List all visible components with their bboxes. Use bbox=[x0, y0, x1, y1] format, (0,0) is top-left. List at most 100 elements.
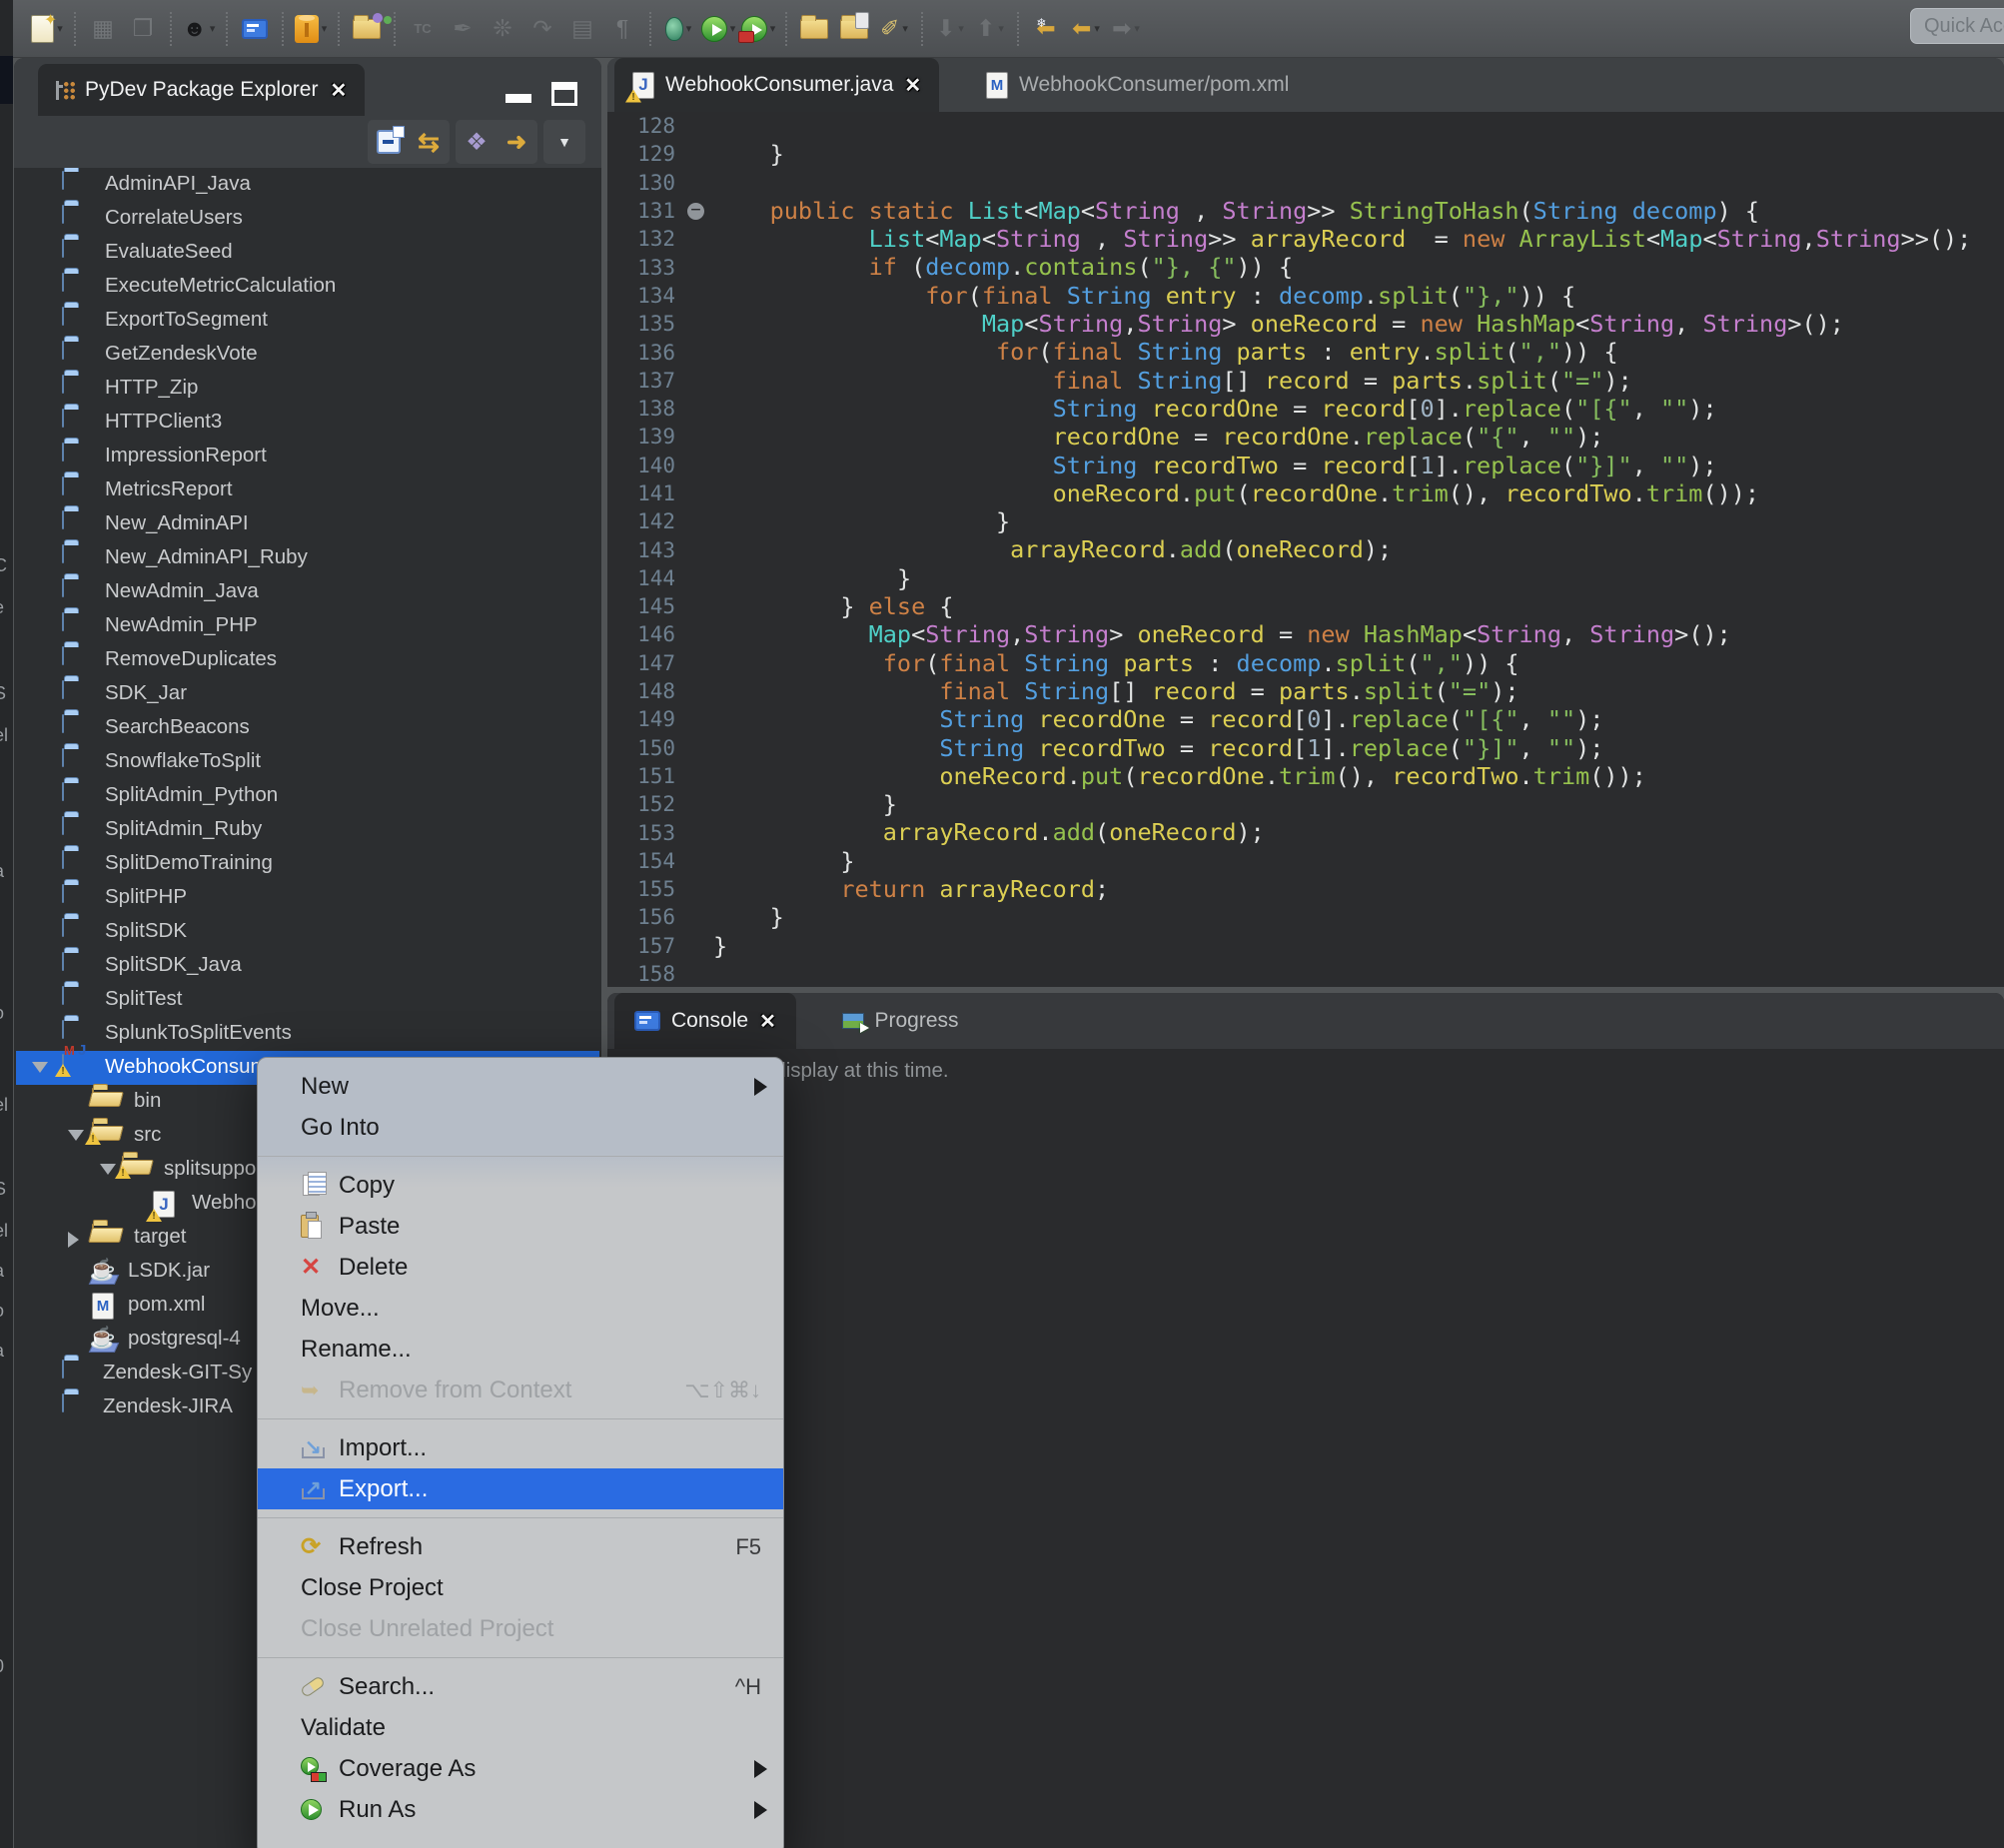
close-icon[interactable]: ✕ bbox=[330, 78, 347, 103]
focus-on-task-button[interactable]: ➜ bbox=[501, 128, 531, 157]
open-folder-button[interactable] bbox=[796, 7, 832, 51]
profile-button[interactable]: ▾ bbox=[740, 7, 776, 51]
doc-list-button[interactable]: ▤ bbox=[564, 7, 600, 51]
tree-item-splittest[interactable]: SplitTest bbox=[14, 983, 601, 1017]
pilcrow-button[interactable]: ¶ bbox=[604, 7, 640, 51]
back-button[interactable]: ⬅▾ bbox=[1068, 7, 1104, 51]
dropdown-caret-icon[interactable]: ▾ bbox=[998, 22, 1004, 35]
menu-item-remove-from-context[interactable]: ➥Remove from Context⌥⇧⌘↓ bbox=[258, 1370, 783, 1410]
tree-item-splitdemotraining[interactable]: SplitDemoTraining bbox=[14, 847, 601, 881]
tree-item-newadmin-java[interactable]: NewAdmin_Java bbox=[14, 575, 601, 609]
tree-item-searchbeacons[interactable]: SearchBeacons bbox=[14, 711, 601, 745]
tree-item-metricsreport[interactable]: MetricsReport bbox=[14, 473, 601, 507]
clipboard-folder-button[interactable] bbox=[836, 7, 872, 51]
menu-item-delete[interactable]: ✕Delete bbox=[258, 1247, 783, 1288]
menu-item-close-unrelated-project[interactable]: Close Unrelated Project bbox=[258, 1608, 783, 1649]
menu-item-refresh[interactable]: ⟳RefreshF5 bbox=[258, 1526, 783, 1567]
menu-item-go-into[interactable]: Go Into bbox=[258, 1107, 783, 1148]
console-view-button[interactable] bbox=[237, 7, 273, 51]
console-tab-progress[interactable]: Progress bbox=[822, 993, 979, 1049]
tree-item-correlateusers[interactable]: CorrelateUsers bbox=[14, 202, 601, 236]
editor-tab-webhookconsumer-java[interactable]: J!WebhookConsumer.java✕ bbox=[614, 58, 939, 112]
tree-item-splitsdk[interactable]: SplitSDK bbox=[14, 915, 601, 949]
run-button[interactable]: ▾ bbox=[700, 7, 736, 51]
pull-up-button[interactable]: ⬆▾ bbox=[972, 7, 1008, 51]
tree-item-adminapi-java[interactable]: AdminAPI_Java bbox=[14, 168, 601, 202]
collapse-all-button[interactable] bbox=[374, 130, 404, 154]
menu-item-validate[interactable]: Validate bbox=[258, 1707, 783, 1748]
tab-pydev-package-explorer[interactable]: PyDev Package Explorer ✕ bbox=[38, 64, 365, 116]
feather-pen-button[interactable]: ✒ bbox=[445, 7, 481, 51]
code-editor[interactable]: 128129 }130131− public static List<Map<S… bbox=[607, 112, 2004, 987]
tree-item-new-adminapi[interactable]: New_AdminAPI bbox=[14, 507, 601, 541]
editor-tab-webhookconsumer-pom-xml[interactable]: MWebhookConsumer/pom.xml bbox=[968, 58, 1307, 112]
menu-item-move[interactable]: Move... bbox=[258, 1288, 783, 1329]
menu-item-new[interactable]: New bbox=[258, 1066, 783, 1107]
menu-item-close-project[interactable]: Close Project bbox=[258, 1567, 783, 1608]
menu-item-copy[interactable]: Copy bbox=[258, 1165, 783, 1206]
minimize-button[interactable] bbox=[505, 94, 531, 103]
view-menu-button[interactable]: ▼ bbox=[549, 134, 579, 150]
tree-item-splitadmin-python[interactable]: SplitAdmin_Python bbox=[14, 779, 601, 813]
doc-forward-button[interactable]: ↷ bbox=[524, 7, 560, 51]
quick-access-box[interactable]: Quick Access bbox=[1910, 8, 2004, 44]
console-tab-console[interactable]: Console✕ bbox=[614, 993, 796, 1049]
tree-item-sdk-jar[interactable]: SDK_Jar bbox=[14, 677, 601, 711]
close-icon[interactable]: ✕ bbox=[904, 73, 921, 98]
collapse-arrow-icon[interactable] bbox=[68, 1130, 84, 1141]
tree-item-new-adminapi-ruby[interactable]: New_AdminAPI_Ruby bbox=[14, 541, 601, 575]
filters-button[interactable]: ❖ bbox=[462, 128, 492, 157]
tree-item-httpclient3[interactable]: HTTPClient3 bbox=[14, 406, 601, 440]
dropdown-caret-icon[interactable]: ▾ bbox=[770, 22, 776, 35]
dropdown-caret-icon[interactable]: ▾ bbox=[322, 22, 328, 35]
save-button[interactable]: ▦ bbox=[85, 7, 121, 51]
maximize-button[interactable] bbox=[551, 82, 577, 106]
bug-pair-button[interactable]: ❊ bbox=[485, 7, 520, 51]
dropdown-caret-icon[interactable]: ▾ bbox=[210, 22, 216, 35]
tree-item-splitphp[interactable]: SplitPHP bbox=[14, 881, 601, 915]
pull-down-button[interactable]: ⬇▾ bbox=[932, 7, 968, 51]
debug-beetle-button[interactable]: ▾ bbox=[660, 7, 696, 51]
tree-item-splitadmin-ruby[interactable]: SplitAdmin_Ruby bbox=[14, 813, 601, 847]
save-all-button[interactable]: ❐ bbox=[125, 7, 161, 51]
dropdown-caret-icon[interactable]: ▾ bbox=[1134, 22, 1140, 35]
tree-item-getzendeskvote[interactable]: GetZendeskVote bbox=[14, 338, 601, 372]
new-wizard-button[interactable]: ▾ bbox=[29, 7, 65, 51]
close-icon[interactable]: ✕ bbox=[759, 1009, 776, 1034]
menu-item-coverage-as[interactable]: Coverage As bbox=[258, 1748, 783, 1789]
menu-item-paste[interactable]: Paste bbox=[258, 1206, 783, 1247]
forward-button[interactable]: ➡▾ bbox=[1108, 7, 1144, 51]
checkstyle-button[interactable]: ▾ bbox=[293, 7, 329, 51]
dropdown-caret-icon[interactable]: ▾ bbox=[902, 22, 908, 35]
tree-item-executemetriccalculation[interactable]: ExecuteMetricCalculation bbox=[14, 270, 601, 304]
tree-item-exporttosegment[interactable]: ExportToSegment bbox=[14, 304, 601, 338]
dropdown-caret-icon[interactable]: ▾ bbox=[1094, 22, 1100, 35]
dropdown-caret-icon[interactable]: ▾ bbox=[730, 22, 736, 35]
menu-item-import[interactable]: ↘Import... bbox=[258, 1427, 783, 1468]
fold-collapse-icon[interactable]: − bbox=[687, 203, 704, 220]
tree-item-splunktosplitevents[interactable]: SplunkToSplitEvents bbox=[14, 1017, 601, 1051]
dropdown-caret-icon[interactable]: ▾ bbox=[958, 22, 964, 35]
link-with-editor-button[interactable]: ⇆ bbox=[414, 127, 444, 158]
tree-item-evaluateseed[interactable]: EvaluateSeed bbox=[14, 236, 601, 270]
user-profile-button[interactable]: ☻▾ bbox=[181, 7, 217, 51]
open-resource-folder-button[interactable] bbox=[349, 7, 385, 51]
tree-item-splitsdk-java[interactable]: SplitSDK_Java bbox=[14, 949, 601, 983]
menu-item-run-as[interactable]: Run As bbox=[258, 1789, 783, 1830]
dropdown-caret-icon[interactable]: ▾ bbox=[57, 22, 63, 35]
dropdown-caret-icon[interactable]: ▾ bbox=[686, 22, 692, 35]
back-annotation-button[interactable]: ⬅ bbox=[1028, 7, 1064, 51]
team-stamp-button[interactable]: TC bbox=[405, 7, 441, 51]
menu-item-search[interactable]: Search...^H bbox=[258, 1666, 783, 1707]
marker-button[interactable]: ✐▾ bbox=[876, 7, 912, 51]
tree-item-snowflaketosplit[interactable]: SnowflakeToSplit bbox=[14, 745, 601, 779]
collapse-arrow-icon[interactable] bbox=[100, 1164, 116, 1175]
tree-item-http-zip[interactable]: HTTP_Zip bbox=[14, 372, 601, 406]
tree-item-removeduplicates[interactable]: RemoveDuplicates bbox=[14, 643, 601, 677]
menu-item-export[interactable]: ↗Export... bbox=[258, 1468, 783, 1509]
expand-arrow-icon[interactable] bbox=[68, 1232, 79, 1248]
tree-item-newadmin-php[interactable]: NewAdmin_PHP bbox=[14, 609, 601, 643]
menu-item-rename[interactable]: Rename... bbox=[258, 1329, 783, 1370]
tree-item-impressionreport[interactable]: ImpressionReport bbox=[14, 440, 601, 473]
collapse-arrow-icon[interactable] bbox=[32, 1062, 48, 1073]
